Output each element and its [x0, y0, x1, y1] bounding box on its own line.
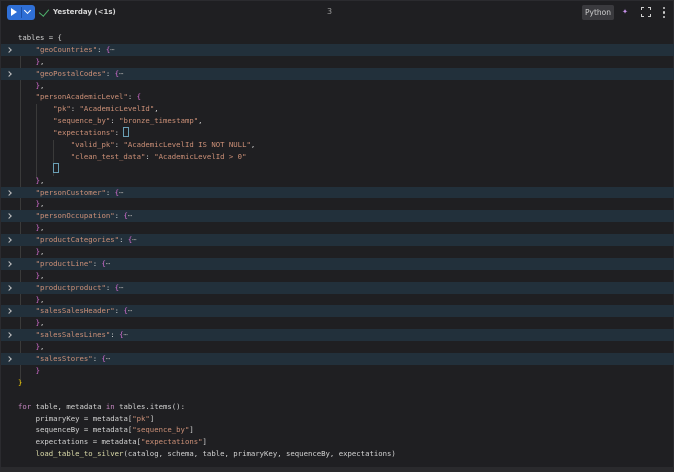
- code-line: }: [18, 377, 23, 387]
- code-line: },: [35, 80, 45, 90]
- code-line: sequenceBy = metadata["sequence_by"]: [35, 425, 194, 435]
- fold-chevron-icon[interactable]: [6, 213, 12, 220]
- code-line: },: [35, 247, 45, 257]
- code-line: primaryKey = metadata["pk"]: [35, 413, 155, 423]
- code-line: }: [35, 365, 40, 375]
- code-line-folded: "productproduct": {⋯: [1, 281, 674, 294]
- bracket-match-box: [53, 162, 60, 173]
- code-line-folded: "salesSalesLines": {⋯: [1, 329, 674, 342]
- fold-chevron-icon[interactable]: [6, 237, 12, 243]
- code-line: },: [35, 175, 45, 185]
- code-line-folded: "geoPostalCodes": {⋯: [1, 67, 674, 80]
- expand-icon[interactable]: [641, 7, 651, 17]
- code-line: },: [35, 223, 45, 233]
- code-line: },: [35, 318, 45, 328]
- check-icon: [38, 6, 50, 17]
- notebook-cell: Yesterday (<1s) 3 Python ✦ tables = { "g…: [0, 0, 674, 472]
- cell-toolbar: Yesterday (<1s) 3 Python ✦: [1, 1, 674, 25]
- code-editor[interactable]: tables = { "geoCountries": {⋯ }, "geoPos…: [1, 32, 674, 460]
- cell-number: 3: [327, 7, 333, 16]
- run-button[interactable]: [7, 5, 35, 20]
- code-line: "valid_pk": "AcademicLevelId IS NOT NULL…: [70, 140, 256, 150]
- fold-chevron-icon[interactable]: [6, 308, 12, 315]
- play-icon: [11, 8, 17, 16]
- code-line-folded: "salesStores": {⋯: [1, 353, 674, 365]
- code-line: expectations = metadata["expectations"]: [35, 437, 207, 447]
- code-line: "pk": "AcademicLevelId",: [53, 104, 159, 114]
- chevron-down-icon[interactable]: [23, 6, 32, 15]
- code-line-folded: "geoCountries": {⋯: [1, 43, 674, 56]
- code-line: "sequence_by": "bronze_timestamp",: [53, 116, 203, 126]
- code-line-folded: "personOccupation": {⋯: [1, 210, 674, 223]
- code-line-folded: "productLine": {⋯: [1, 257, 674, 270]
- run-button-divider: [21, 7, 22, 18]
- code-line: [1, 162, 674, 175]
- code-line: for table, metadata in tables.items():: [18, 401, 185, 411]
- code-line: "clean_test_data": "AcademicLevelId > 0": [70, 151, 247, 161]
- code-line: },: [35, 342, 45, 352]
- code-line: "personAcademicLevel": {: [35, 92, 142, 102]
- code-line-folded: "salesSalesHeader": {⋯: [1, 305, 674, 318]
- fold-chevron-icon[interactable]: [6, 261, 12, 267]
- code-line: },: [35, 199, 45, 209]
- kebab-menu-icon[interactable]: [663, 7, 666, 18]
- fold-chevron-icon[interactable]: [6, 332, 12, 339]
- code-line: tables = {: [18, 33, 62, 42]
- code-line: "expectations":: [1, 127, 674, 139]
- fold-chevron-icon[interactable]: [6, 189, 12, 196]
- language-selector[interactable]: Python: [582, 5, 614, 20]
- code-line: load_table_to_silver(catalog, schema, ta…: [35, 449, 396, 459]
- code-line: },: [35, 56, 45, 66]
- cell-bottom-bar: [1, 467, 674, 472]
- fold-chevron-icon[interactable]: [6, 70, 12, 77]
- code-line: },: [35, 294, 45, 304]
- fold-chevron-icon[interactable]: [6, 284, 12, 291]
- assistant-icon[interactable]: ✦: [622, 7, 630, 17]
- fold-chevron-icon[interactable]: [6, 356, 12, 362]
- code-line-folded: "personCustomer": {⋯: [1, 186, 674, 199]
- code-line: },: [35, 270, 45, 280]
- fold-chevron-icon[interactable]: [6, 47, 12, 53]
- bracket-match-box: [123, 127, 130, 138]
- run-status: Yesterday (<1s): [53, 8, 116, 16]
- code-line-folded: "productCategories": {⋯: [1, 234, 674, 247]
